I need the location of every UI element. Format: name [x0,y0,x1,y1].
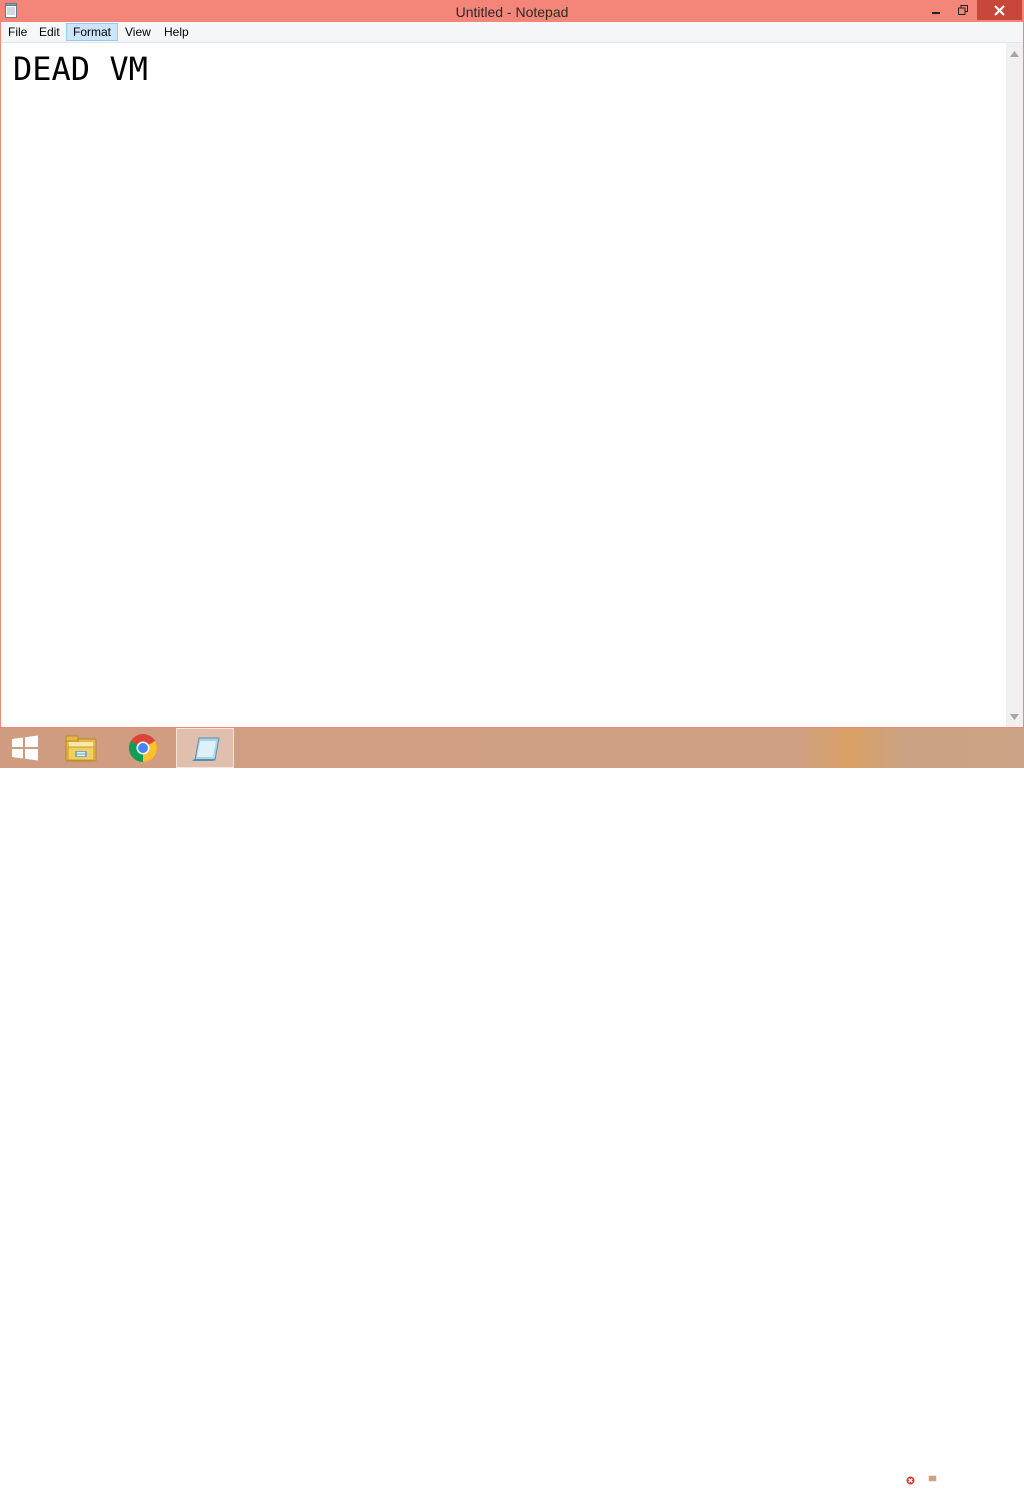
file-explorer-icon [65,735,97,762]
scroll-up-button[interactable] [1006,45,1023,62]
network-icon[interactable] [921,1468,939,1486]
menu-help[interactable]: Help [158,23,195,41]
close-button[interactable] [977,0,1022,20]
taskbar: 6:40 AM 8/30/2022 [0,728,1024,1492]
restore-icon [958,5,968,15]
taskbar-notepad[interactable] [176,728,234,768]
minimize-button[interactable] [922,0,950,20]
notepad-window: Untitled - Notepad File Edit Format View… [0,0,1024,728]
taskbar-chrome[interactable] [117,728,169,768]
volume-muted-icon[interactable] [897,1468,915,1486]
menu-edit[interactable]: Edit [33,23,66,41]
title-bar[interactable]: Untitled - Notepad [0,0,1024,22]
taskbar-file-explorer[interactable] [56,728,106,768]
menu-file[interactable]: File [2,23,33,41]
restore-button[interactable] [950,0,976,20]
close-icon [994,4,1005,16]
menu-view[interactable]: View [119,23,157,41]
clock-time: 6:40 AM [958,1462,1004,1476]
clock-date: 8/30/2022 [954,1478,1008,1492]
notepad-icon [192,737,220,761]
minimize-icon [932,12,940,14]
system-clock[interactable]: 6:40 AM 8/30/2022 [948,1461,1014,1493]
scroll-down-button[interactable] [1006,708,1023,725]
vertical-scrollbar[interactable] [1006,43,1023,727]
text-editor[interactable]: DEAD VM [1,43,1006,727]
start-button[interactable] [0,728,50,768]
window-title: Untitled - Notepad [455,4,569,20]
chevron-down-icon [1010,713,1019,720]
windows-logo-icon [12,735,38,761]
chevron-up-icon [1010,50,1019,57]
menu-format[interactable]: Format [66,23,119,41]
editor-content[interactable]: DEAD VM [13,51,148,87]
menu-bar: File Edit Format View Help [1,22,1023,43]
chrome-icon [129,734,157,762]
